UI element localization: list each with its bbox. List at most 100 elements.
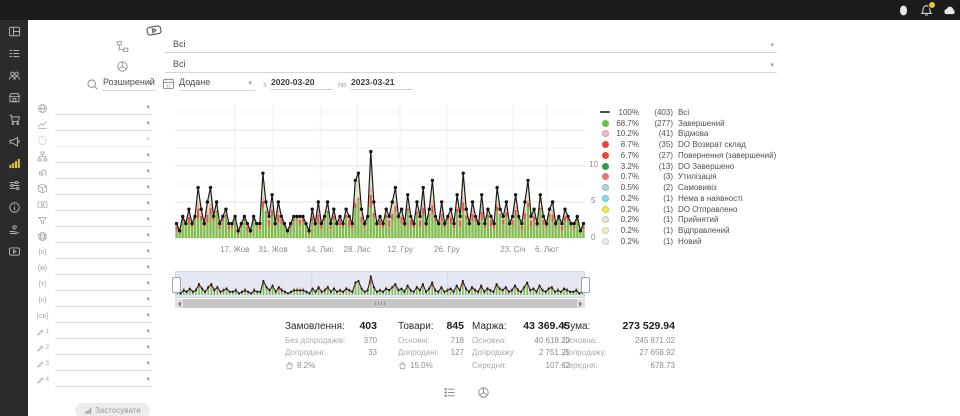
calendar-icon[interactable] [162,77,175,90]
stat-sum: Сума:273 529.94Основна:245 871.02Допрода… [563,320,675,370]
filter-select-custom-4[interactable]: ▾ [55,374,152,387]
filter-select-payment[interactable]: ▾ [55,198,152,211]
chevron-down-icon: ▾ [146,103,150,111]
apply-button[interactable]: Застосувати [75,403,150,416]
category-tree-icon [116,40,129,53]
legend-label: DO Возврат склад [678,140,746,149]
sidebar-item-analytics[interactable] [0,153,28,174]
filter-row-custom-1: 1▾ [28,324,160,340]
filter-select-site[interactable]: ▾ [55,230,152,243]
filter-select-funnel[interactable]: ▾ [55,214,152,227]
filter-select-custom-1[interactable]: ▾ [55,326,152,339]
app-logo-icon[interactable] [5,1,27,19]
filter-select-var-c[interactable]: ▾ [55,294,152,307]
user-icon[interactable] [897,4,910,17]
category-select[interactable]: Всі ▾ [165,38,777,53]
filter-select-custom-3[interactable]: ▾ [55,358,152,371]
product-select[interactable]: Всі ▾ [165,58,777,73]
filter-select-product-type[interactable]: ▾ [55,182,152,195]
legend-label: Повернення (завершений) [678,151,776,160]
date-from-input[interactable]: 2020-03-20 [271,76,333,90]
filter-row-structure: ▾ [28,148,160,164]
x-tick-label: 28. Лис [344,245,371,254]
date-from-value: 2020-03-20 [271,77,314,87]
filter-select-status-help[interactable]: ▾ [55,134,152,147]
legend-item-10[interactable]: 0.2%(1)Прийнятий [599,215,789,226]
var-s-icon: {s} [36,246,49,259]
sidebar-item-marketing[interactable] [0,131,28,152]
legend-percent: 0.2% [613,215,639,224]
legend-item-3[interactable]: 8.7%(35)DO Возврат склад [599,139,789,150]
scroll-right-arrow-icon[interactable] [577,299,585,308]
sidebar-item-info[interactable] [0,197,28,218]
navigator-right-handle[interactable] [581,277,590,293]
scrollbar-thumb[interactable] [183,299,577,308]
legend-dot-swatch [599,195,611,202]
filter-row-region: ▾ [28,100,160,116]
legend-item-6[interactable]: 0.7%(3)Утилізація [599,172,789,183]
legend-item-2[interactable]: 10.2%(41)Відмова [599,129,789,140]
chart-navigator[interactable] [175,271,585,298]
x-axis-labels: 17. Жов31. Жов14. Лис28. Лис12. Гру26. Г… [175,245,585,255]
list-view-icon[interactable] [443,386,456,399]
chevron-down-icon: ▾ [146,151,150,159]
scroll-left-arrow-icon[interactable] [175,299,183,308]
search-icon[interactable] [86,78,99,91]
legend-item-12[interactable]: 0.2%(1)Новий [599,236,789,247]
sidebar-item-orders[interactable] [0,43,28,64]
filter-select-var-cv[interactable]: ▾ [55,310,152,323]
chevron-down-icon: ▾ [146,231,150,239]
filter-select-var-m[interactable]: ▾ [55,262,152,275]
sidebar-item-customers[interactable] [0,65,28,86]
sidebar-item-settings[interactable] [0,175,28,196]
stat-orders: Замовлення:403Без допродажів:370Допродан… [285,320,377,370]
chevron-down-icon: ▾ [146,247,150,255]
chevron-down-icon: ▾ [146,311,150,319]
sidebar-item-support[interactable] [0,219,28,240]
notifications-icon[interactable] [920,4,933,17]
date-to-input[interactable]: 2023-03-21 [351,76,413,90]
orders-chart[interactable] [175,100,585,240]
sidebar-item-tutorials[interactable] [0,241,28,262]
legend-item-9[interactable]: 0.2%(1)DO Отправлено [599,204,789,215]
legend-item-4[interactable]: 6.7%(27)Повернення (завершений) [599,150,789,161]
legend-item-5[interactable]: 3.2%(13)DO Завершено [599,161,789,172]
chat-icon[interactable] [943,4,956,17]
sidebar-item-cart[interactable] [0,109,28,130]
legend-count: (403) [644,108,673,117]
legend-item-1[interactable]: 68.7%(277)Завершений [599,118,789,129]
filter-select-var-t[interactable]: ▾ [55,278,152,291]
sidebar-item-dashboard[interactable] [0,21,28,42]
filter-row-var-m: {м}▾ [28,260,160,276]
chart-scrollbar[interactable] [175,299,585,308]
filter-select-region[interactable]: ▾ [55,102,152,115]
date-field-select[interactable]: Додане ▾ [179,76,255,91]
navigator-left-handle[interactable] [172,277,181,293]
legend-dot-swatch [599,173,611,180]
legend-item-7[interactable]: 0.5%(2)Самовивіз [599,182,789,193]
filter-row-var-s: {s} ▾ [28,244,160,260]
legend-percent: 3.2% [613,162,639,171]
sidebar-item-store[interactable] [0,87,28,108]
legend-item-8[interactable]: 0.2%(1)Нема в наявності [599,193,789,204]
stat-value: 845 [446,320,464,332]
video-tag-icon[interactable] [139,22,169,39]
filter-row-product-type: ▾ [28,180,160,196]
filter-select-custom-2[interactable]: ▾ [55,342,152,355]
legend-item-0[interactable]: 100%(403)Всі [599,107,789,118]
legend-dot-swatch [599,130,611,137]
legend-item-11[interactable]: 0.2%(1)Відправлений [599,225,789,236]
chevron-down-icon: ▾ [146,295,150,303]
pencil-icon: 3 [36,358,49,371]
filter-select-var-s[interactable]: ▾ [55,246,152,259]
category-select-value: Всі [173,39,186,49]
filter-select-identity[interactable]: ▾ [55,166,152,179]
chevron-down-icon: ▾ [146,343,150,351]
search-mode-select[interactable]: Розширений ▾ [103,76,155,91]
product-view-icon[interactable] [477,386,490,399]
legend-dot-swatch [599,120,611,127]
filter-select-trend[interactable]: ▾ [55,118,152,131]
legend-dot-swatch [599,238,611,245]
legend-percent: 10.2% [613,129,639,138]
filter-select-structure[interactable]: ▾ [55,150,152,163]
